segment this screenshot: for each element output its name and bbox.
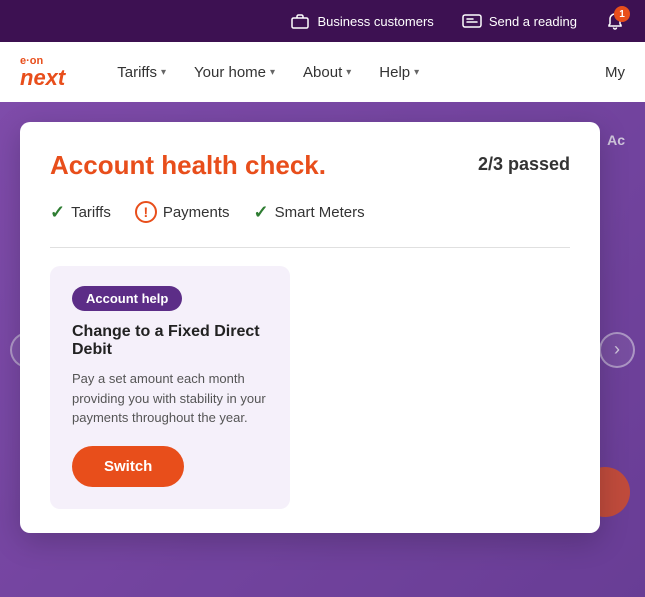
- suggestion-tag: Account help: [72, 286, 182, 311]
- send-reading-link[interactable]: Send a reading: [462, 11, 577, 31]
- nav-about[interactable]: About ▾: [291, 56, 363, 89]
- top-utility-bar: Business customers Send a reading 1: [0, 0, 645, 42]
- nav-tariffs[interactable]: Tariffs ▾: [105, 56, 178, 89]
- notifications-bell[interactable]: 1: [605, 11, 625, 31]
- check-smart-meters-pass-icon: ✓: [254, 202, 269, 223]
- main-navigation: e·on next Tariffs ▾ Your home ▾ About ▾ …: [0, 42, 645, 102]
- check-tariffs: ✓ Tariffs: [50, 202, 111, 223]
- nav-help[interactable]: Help ▾: [367, 56, 431, 89]
- health-check-score: 2/3 passed: [478, 154, 570, 175]
- check-payments: ! Payments: [135, 201, 230, 223]
- nav-my-account[interactable]: My: [605, 64, 625, 81]
- your-home-chevron-icon: ▾: [270, 67, 275, 78]
- nav-your-home[interactable]: Your home ▾: [182, 56, 287, 89]
- health-check-card: Account health check. 2/3 passed ✓ Tarif…: [20, 122, 600, 533]
- check-smart-meters: ✓ Smart Meters: [254, 202, 365, 223]
- card-divider: [50, 247, 570, 248]
- help-chevron-icon: ▾: [414, 67, 419, 78]
- meter-icon: [462, 11, 482, 31]
- tariffs-chevron-icon: ▾: [161, 67, 166, 78]
- nav-menu: Tariffs ▾ Your home ▾ About ▾ Help ▾: [105, 56, 605, 89]
- bell-icon: 1: [605, 11, 625, 31]
- check-smart-meters-label: Smart Meters: [275, 204, 365, 221]
- health-check-title: Account health check.: [50, 150, 326, 181]
- business-customers-link[interactable]: Business customers: [290, 11, 433, 31]
- briefcase-icon: [290, 11, 310, 31]
- check-tariffs-pass-icon: ✓: [50, 202, 65, 223]
- check-tariffs-label: Tariffs: [71, 204, 111, 221]
- help-label: Help: [379, 64, 410, 81]
- check-payments-warning-icon: !: [135, 201, 157, 223]
- tariffs-label: Tariffs: [117, 64, 157, 81]
- my-label: My: [605, 64, 625, 81]
- your-home-label: Your home: [194, 64, 266, 81]
- suggestion-title: Change to a Fixed Direct Debit: [72, 323, 268, 359]
- check-payments-label: Payments: [163, 204, 230, 221]
- send-reading-label: Send a reading: [489, 14, 577, 29]
- modal-overlay: Account health check. 2/3 passed ✓ Tarif…: [0, 102, 645, 597]
- logo-next-text: next: [20, 67, 65, 89]
- health-check-header: Account health check. 2/3 passed: [50, 150, 570, 181]
- health-check-items: ✓ Tariffs ! Payments ✓ Smart Meters: [50, 201, 570, 223]
- about-label: About: [303, 64, 342, 81]
- notification-count: 1: [614, 6, 630, 22]
- business-customers-label: Business customers: [317, 14, 433, 29]
- about-chevron-icon: ▾: [346, 67, 351, 78]
- suggestion-card: Account help Change to a Fixed Direct De…: [50, 266, 290, 509]
- eon-next-logo[interactable]: e·on next: [20, 56, 65, 89]
- suggestion-description: Pay a set amount each month providing yo…: [72, 369, 268, 428]
- switch-button[interactable]: Switch: [72, 446, 184, 487]
